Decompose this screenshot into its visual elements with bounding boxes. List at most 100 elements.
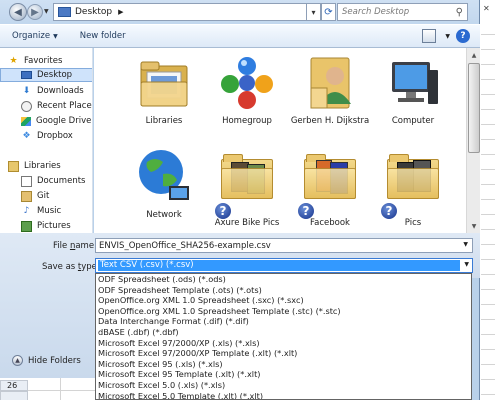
sidebar-item-recent-places[interactable]: Recent Places <box>21 99 93 113</box>
toolbar-right: ▼ ? <box>422 29 470 43</box>
scroll-down-icon[interactable]: ▼ <box>467 219 480 233</box>
save-as-type-select[interactable]: Text CSV (.csv) (*.csv) ▼ <box>95 258 473 273</box>
favorites-header[interactable]: ★ Favorites <box>8 54 62 68</box>
tile-computer[interactable]: Computer <box>373 52 453 126</box>
sidebar-item-pictures[interactable]: Pictures <box>21 219 71 233</box>
sidebar-item-label: Dropbox <box>37 131 73 141</box>
back-button[interactable]: ◀ <box>9 3 27 21</box>
tile-label: Facebook <box>310 218 350 228</box>
recent-pages-dropdown-icon[interactable]: ▼ <box>44 8 49 15</box>
tile-facebook[interactable]: ? Facebook <box>290 146 370 228</box>
star-icon: ★ <box>9 56 18 66</box>
file-list: Libraries Homegroup Gerben H. Dijkstra C… <box>94 48 480 233</box>
save-as-type-label: Save as type: <box>42 262 100 272</box>
sidebar-item-documents[interactable]: Documents <box>21 174 85 188</box>
save-as-type-option[interactable]: OpenOffice.org XML 1.0 Spreadsheet (.sxc… <box>96 295 471 306</box>
question-mark-icon: ? <box>380 202 398 220</box>
save-as-type-option[interactable]: Data Interchange Format (.dif) (*.dif) <box>96 316 471 327</box>
pictures-icon <box>21 220 32 232</box>
sidebar-item-downloads[interactable]: ⬇ Downloads <box>21 84 84 98</box>
sidebar-item-git[interactable]: Git <box>21 189 49 203</box>
save-as-type-option[interactable]: Microsoft Excel 5.0 Template (.xlt) (*.x… <box>96 391 471 399</box>
desktop-folder-icon <box>58 7 71 17</box>
change-view-icon[interactable] <box>422 29 437 43</box>
dropbox-icon: ❖ <box>22 131 31 141</box>
sidebar-item-dropbox[interactable]: ❖ Dropbox <box>21 129 73 143</box>
documents-icon <box>21 175 32 187</box>
hide-folders-label: Hide Folders <box>28 355 81 366</box>
tile-pics[interactable]: ? Pics <box>373 146 453 228</box>
save-as-type-option[interactable]: Microsoft Excel 95 Template (.xlt) (*.xl… <box>96 369 471 380</box>
tile-libraries[interactable]: Libraries <box>124 52 204 126</box>
save-as-type-value[interactable]: Text CSV (.csv) (*.csv) <box>98 260 460 271</box>
search-icon[interactable]: ⚲ <box>456 7 463 18</box>
row-header-next[interactable] <box>0 391 28 400</box>
organize-button[interactable]: Organize ▼ <box>12 31 58 41</box>
sidebar-item-label: Downloads <box>37 86 84 96</box>
spreadsheet-row[interactable] <box>28 380 95 391</box>
address-row: ◀ ▶ ▼ Desktop ▶ ▾ ⟳ Search Desktop ⚲ <box>0 0 480 24</box>
folder-shape <box>221 154 273 200</box>
tile-homegroup[interactable]: Homegroup <box>207 52 287 126</box>
forward-arrow-icon: ▶ <box>31 6 39 18</box>
help-icon[interactable]: ? <box>456 29 470 43</box>
tile-axure-bike-pics[interactable]: ? Axure Bike Pics <box>207 146 287 228</box>
sidebar-item-desktop[interactable]: Desktop <box>0 68 92 82</box>
view-options-dropdown-icon[interactable]: ▼ <box>445 33 450 40</box>
save-as-type-option[interactable]: Microsoft Excel 5.0 (.xls) (*.xls) <box>96 380 471 391</box>
scroll-thumb[interactable] <box>468 63 480 153</box>
chevron-down-icon[interactable]: ▼ <box>463 241 468 248</box>
file-name-label: File name: <box>53 241 97 251</box>
address-bar[interactable]: Desktop ▶ <box>53 3 307 21</box>
forward-button[interactable]: ▶ <box>27 4 43 20</box>
vertical-scrollbar[interactable]: ▲ ▼ <box>466 48 480 233</box>
refresh-icon: ⟳ <box>324 6 333 18</box>
address-dropdown-button[interactable]: ▾ <box>306 3 321 21</box>
sidebar-item-music[interactable]: ♪ Music <box>21 204 62 218</box>
tile-network[interactable]: Network <box>124 146 204 220</box>
save-as-type-option[interactable]: Microsoft Excel 95 (.xls) (*.xls) <box>96 359 471 370</box>
scroll-up-icon[interactable]: ▲ <box>467 48 480 62</box>
label-text: ame: <box>75 241 97 251</box>
libraries-icon <box>8 160 19 172</box>
chevron-up-icon: ▲ <box>12 355 23 366</box>
save-as-type-dropdown: ODF Spreadsheet (.ods) (*.ods) ODF Spread… <box>95 273 472 400</box>
search-input[interactable]: Search Desktop ⚲ <box>337 3 468 21</box>
new-folder-button[interactable]: New folder <box>80 31 126 41</box>
label-text: Save as <box>42 262 78 272</box>
tile-label: Pics <box>404 218 422 228</box>
folder-shape <box>304 154 356 200</box>
sidebar-item-label: Recent Places <box>37 101 93 111</box>
question-mark-icon: ? <box>214 202 232 220</box>
chevron-down-icon: ▼ <box>53 32 58 40</box>
save-as-type-option[interactable]: Microsoft Excel 97/2000/XP (.xls) (*.xls… <box>96 338 471 349</box>
save-fields: File name: ENVIS_OpenOffice_SHA256-examp… <box>42 233 480 278</box>
tile-user-folder[interactable]: Gerben H. Dijkstra <box>290 52 370 126</box>
refresh-button[interactable]: ⟳ <box>321 3 336 21</box>
address-location[interactable]: Desktop <box>75 7 112 17</box>
save-as-type-option[interactable]: ODF Spreadsheet Template (.ots) (*.ots) <box>96 285 471 296</box>
file-name-value[interactable]: ENVIS_OpenOffice_SHA256-example.csv <box>99 241 271 251</box>
sidebar-item-label: Documents <box>37 176 86 186</box>
hide-folders-button[interactable]: ▲ Hide Folders <box>12 355 81 366</box>
save-as-type-option[interactable]: ODF Spreadsheet (.ods) (*.ods) <box>96 274 471 285</box>
save-as-type-option[interactable]: OpenOffice.org XML 1.0 Spreadsheet Templ… <box>96 306 471 317</box>
close-icon[interactable]: ✕ <box>483 4 490 13</box>
spreadsheet-rows: 26 <box>0 378 95 400</box>
tile-label: Gerben H. Dijkstra <box>290 116 370 126</box>
file-name-field[interactable]: ENVIS_OpenOffice_SHA256-example.csv ▼ <box>95 238 473 253</box>
libraries-label: Libraries <box>24 161 61 171</box>
spreadsheet-row[interactable] <box>28 391 95 400</box>
save-as-type-option[interactable]: dBASE (.dbf) (*.dbf) <box>96 327 471 338</box>
sidebar-item-google-drive[interactable]: Google Drive <box>21 114 91 128</box>
organize-label: Organize <box>12 31 51 41</box>
photo-folder-icon: ? <box>297 154 361 220</box>
chevron-down-icon[interactable]: ▼ <box>464 261 469 268</box>
libraries-header[interactable]: Libraries <box>8 159 61 173</box>
sidebar-item-label: Pictures <box>37 221 71 231</box>
breadcrumb-arrow-icon[interactable]: ▶ <box>118 8 123 16</box>
spreadsheet-grid <box>481 20 495 400</box>
search-placeholder: Search Desktop <box>342 7 410 17</box>
row-header[interactable]: 26 <box>0 380 28 391</box>
save-as-type-option[interactable]: Microsoft Excel 97/2000/XP Template (.xl… <box>96 348 471 359</box>
